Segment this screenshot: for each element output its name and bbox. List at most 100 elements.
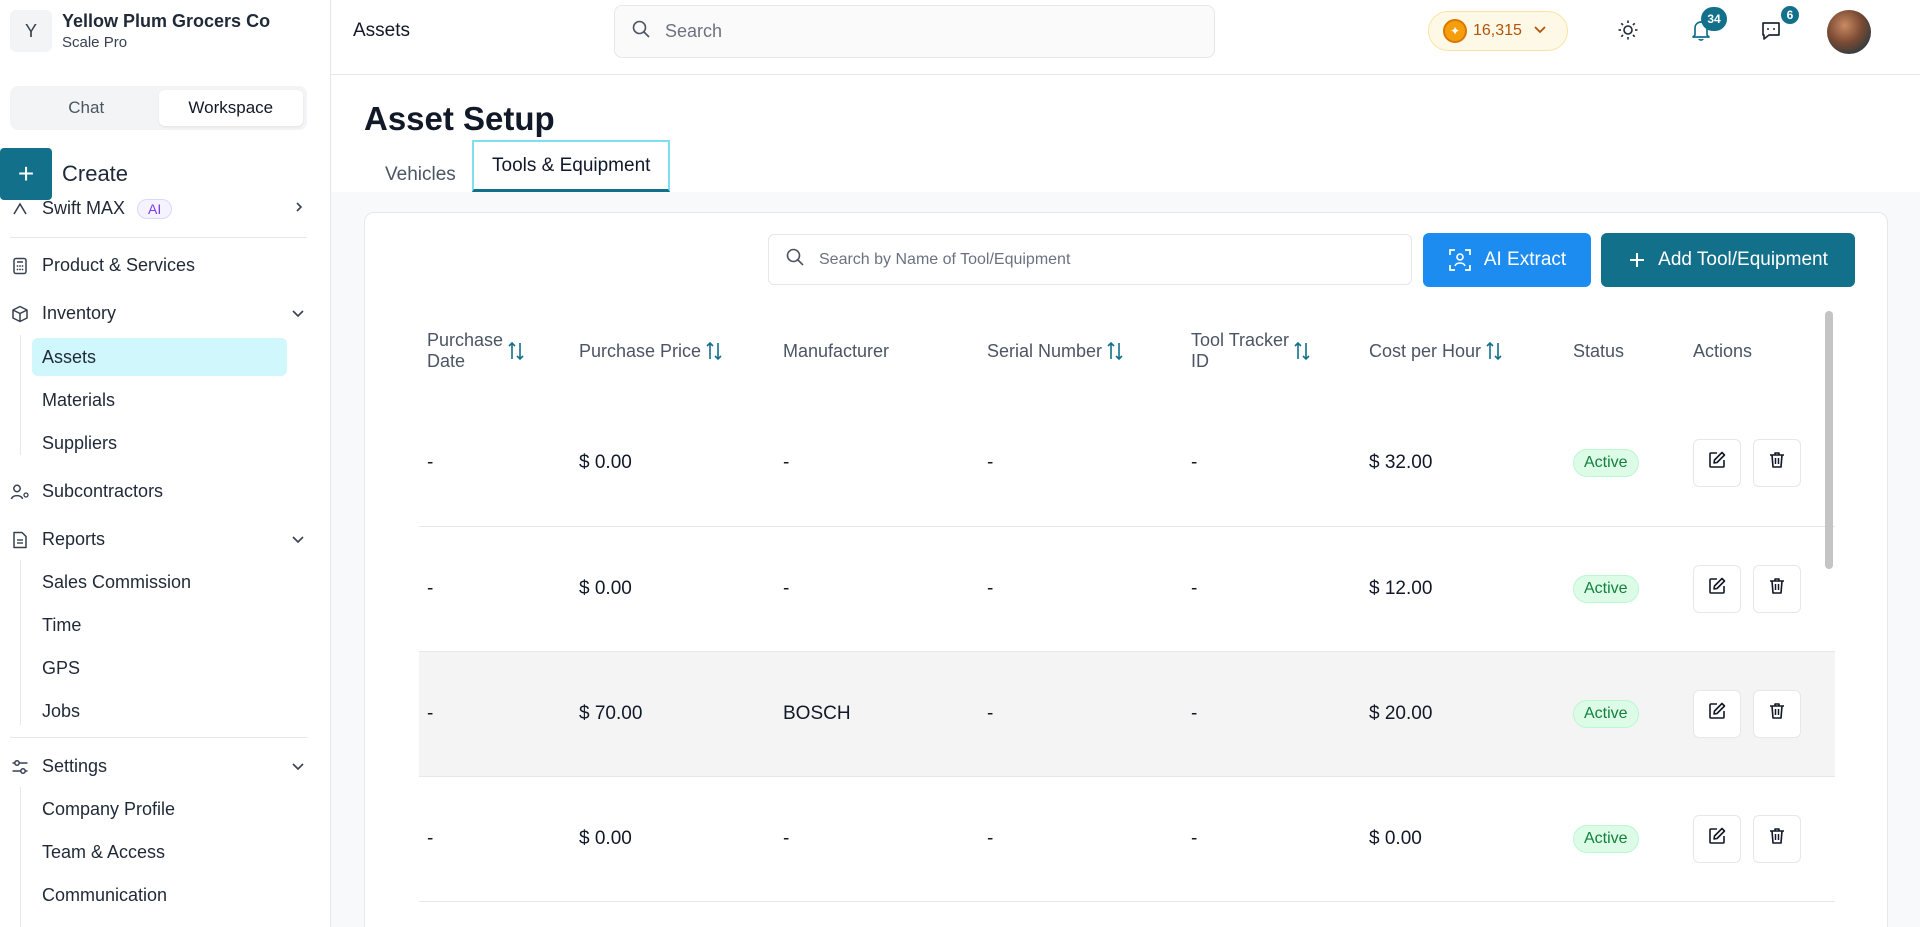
tab-tools-equipment[interactable]: Tools & Equipment [472,140,671,192]
avatar[interactable] [1827,10,1871,54]
delete-button[interactable] [1753,689,1801,738]
sidebar-item-gps[interactable]: GPS [42,658,80,679]
add-tool-button[interactable]: Add Tool/Equipment [1601,233,1855,287]
sidebar-item-time[interactable]: Time [42,615,81,636]
sidebar-item-team-access[interactable]: Team & Access [42,842,165,863]
col-serial-number[interactable]: Serial Number [979,301,1183,401]
sidebar-item-company-profile[interactable]: Company Profile [42,799,175,820]
cell-cost-per-hour: $ 20.00 [1361,651,1565,777]
plus-icon [1628,251,1646,269]
sort-icon[interactable] [1293,340,1311,362]
ai-extract-button[interactable]: AI Extract [1423,233,1591,287]
edit-button[interactable] [1693,814,1741,863]
sidebar-item-inventory[interactable]: Inventory [10,303,116,324]
page-header: Asset Setup Vehicles Tools & Equipment [331,75,1920,192]
edit-icon [1707,826,1727,852]
theme-toggle-button[interactable] [1613,17,1643,47]
chevron-down-icon[interactable] [290,758,306,779]
tools-table: Purchase Date Purchase Price Manufacturer… [419,301,1835,902]
breadcrumb: Assets [353,20,411,41]
document-icon [10,530,30,550]
user-cog-icon [10,482,30,502]
chevron-down-icon[interactable] [290,531,306,552]
sidebar-item-label: Reports [42,529,106,549]
sidebar-item-label: Subcontractors [42,481,164,501]
chat-tab[interactable]: Chat [14,90,159,126]
header-label: ID [1191,351,1209,371]
header-label: Manufacturer [783,340,890,361]
status-badge: Active [1573,824,1639,853]
sidebar-item-suppliers[interactable]: Suppliers [42,433,117,454]
status-badge: Active [1573,574,1639,603]
assets-card: AI Extract Add Tool/Equipment PurchaseDa… [364,212,1888,927]
company-switcher[interactable]: Y Yellow Plum Grocers Co Scale Pro [10,10,270,52]
col-tool-tracker-id[interactable]: Tool Tracker ID [1183,301,1361,401]
delete-button[interactable] [1753,564,1801,613]
messages-button[interactable] [1756,17,1786,47]
divider [10,237,307,238]
col-status: Status [1565,301,1685,401]
workspace-tab[interactable]: Workspace [158,90,303,126]
global-search[interactable] [614,5,1215,58]
tab-vehicles[interactable]: Vehicles [385,157,456,192]
company-plan: Scale Pro [62,34,128,51]
tool-search-input[interactable] [819,250,1379,269]
cell-manufacturer: - [775,526,979,652]
edit-button[interactable] [1693,564,1741,613]
sidebar-item-swift[interactable]: Swift MAX AI [10,198,173,219]
sidebar-item-reports[interactable]: Reports [10,529,105,550]
mode-switcher: Chat Workspace [10,86,307,130]
sort-icon[interactable] [507,340,525,362]
sidebar-item-materials[interactable]: Materials [42,390,115,411]
edit-button[interactable] [1693,689,1741,738]
trash-icon [1767,826,1787,852]
credits-dropdown[interactable]: ✦ 16,315 [1428,11,1568,51]
delete-button[interactable] [1753,814,1801,863]
sort-icon[interactable] [705,340,723,362]
cell-manufacturer: - [775,401,979,527]
sidebar-item-subcontractors[interactable]: Subcontractors [10,481,163,502]
sidebar-item-product-services[interactable]: Product & Services [10,255,195,276]
sort-icon[interactable] [1485,340,1503,362]
cell-cost-per-hour: $ 0.00 [1361,776,1565,902]
sidebar-item-communication[interactable]: Communication [42,885,167,906]
divider [10,737,307,738]
col-manufacturer: Manufacturer [775,301,979,401]
sidebar-item-assets[interactable]: Assets [32,338,287,376]
cell-tracker-id: - [1183,526,1361,652]
cell-purchase-date: - [419,401,571,527]
credits-value: 16,315 [1473,22,1522,39]
search-input[interactable] [665,21,1165,42]
edit-icon [1707,576,1727,602]
chevron-down-icon [1532,21,1548,42]
sun-icon [1617,19,1639,46]
delete-button[interactable] [1753,439,1801,488]
col-purchase-price[interactable]: Purchase Price [571,301,775,401]
cell-tracker-id: - [1183,401,1361,527]
table-row[interactable]: - $ 0.00- - - $ 12.00 Active [419,526,1835,652]
table-row[interactable]: - $ 70.00 BOSCH - - $ 20.00 Active [419,651,1835,777]
page-title: Asset Setup [364,100,555,137]
tool-search[interactable] [768,234,1412,285]
col-purchase-date[interactable]: Purchase Date [419,301,571,401]
coin-icon: ✦ [1443,19,1467,43]
cell-purchase-date: - [419,776,571,902]
table-row[interactable]: - $ 0.00- - - $ 32.00 Active [419,401,1835,527]
edit-button[interactable] [1693,439,1741,488]
trash-icon [1767,576,1787,602]
sort-icon[interactable] [1106,340,1124,362]
create-button[interactable]: + Create [0,148,128,200]
top-bar: Assets ✦ 16,315 34 6 [331,0,1920,75]
status-badge: Active [1573,699,1639,728]
vertical-scrollbar[interactable] [1825,311,1833,569]
table-row[interactable]: - $ 0.00- - - $ 0.00 Active [419,776,1835,902]
sidebar-item-sales-commission[interactable]: Sales Commission [42,572,191,593]
sidebar-item-jobs[interactable]: Jobs [42,701,80,722]
chevron-down-icon[interactable] [290,305,306,326]
sidebar-item-settings[interactable]: Settings [10,756,107,777]
edit-icon [1707,450,1727,476]
box-icon [10,304,30,324]
sidebar-item-label: Inventory [42,303,117,323]
col-cost-per-hour[interactable]: Cost per Hour [1361,301,1565,401]
cell-serial-number: - [979,776,1183,902]
